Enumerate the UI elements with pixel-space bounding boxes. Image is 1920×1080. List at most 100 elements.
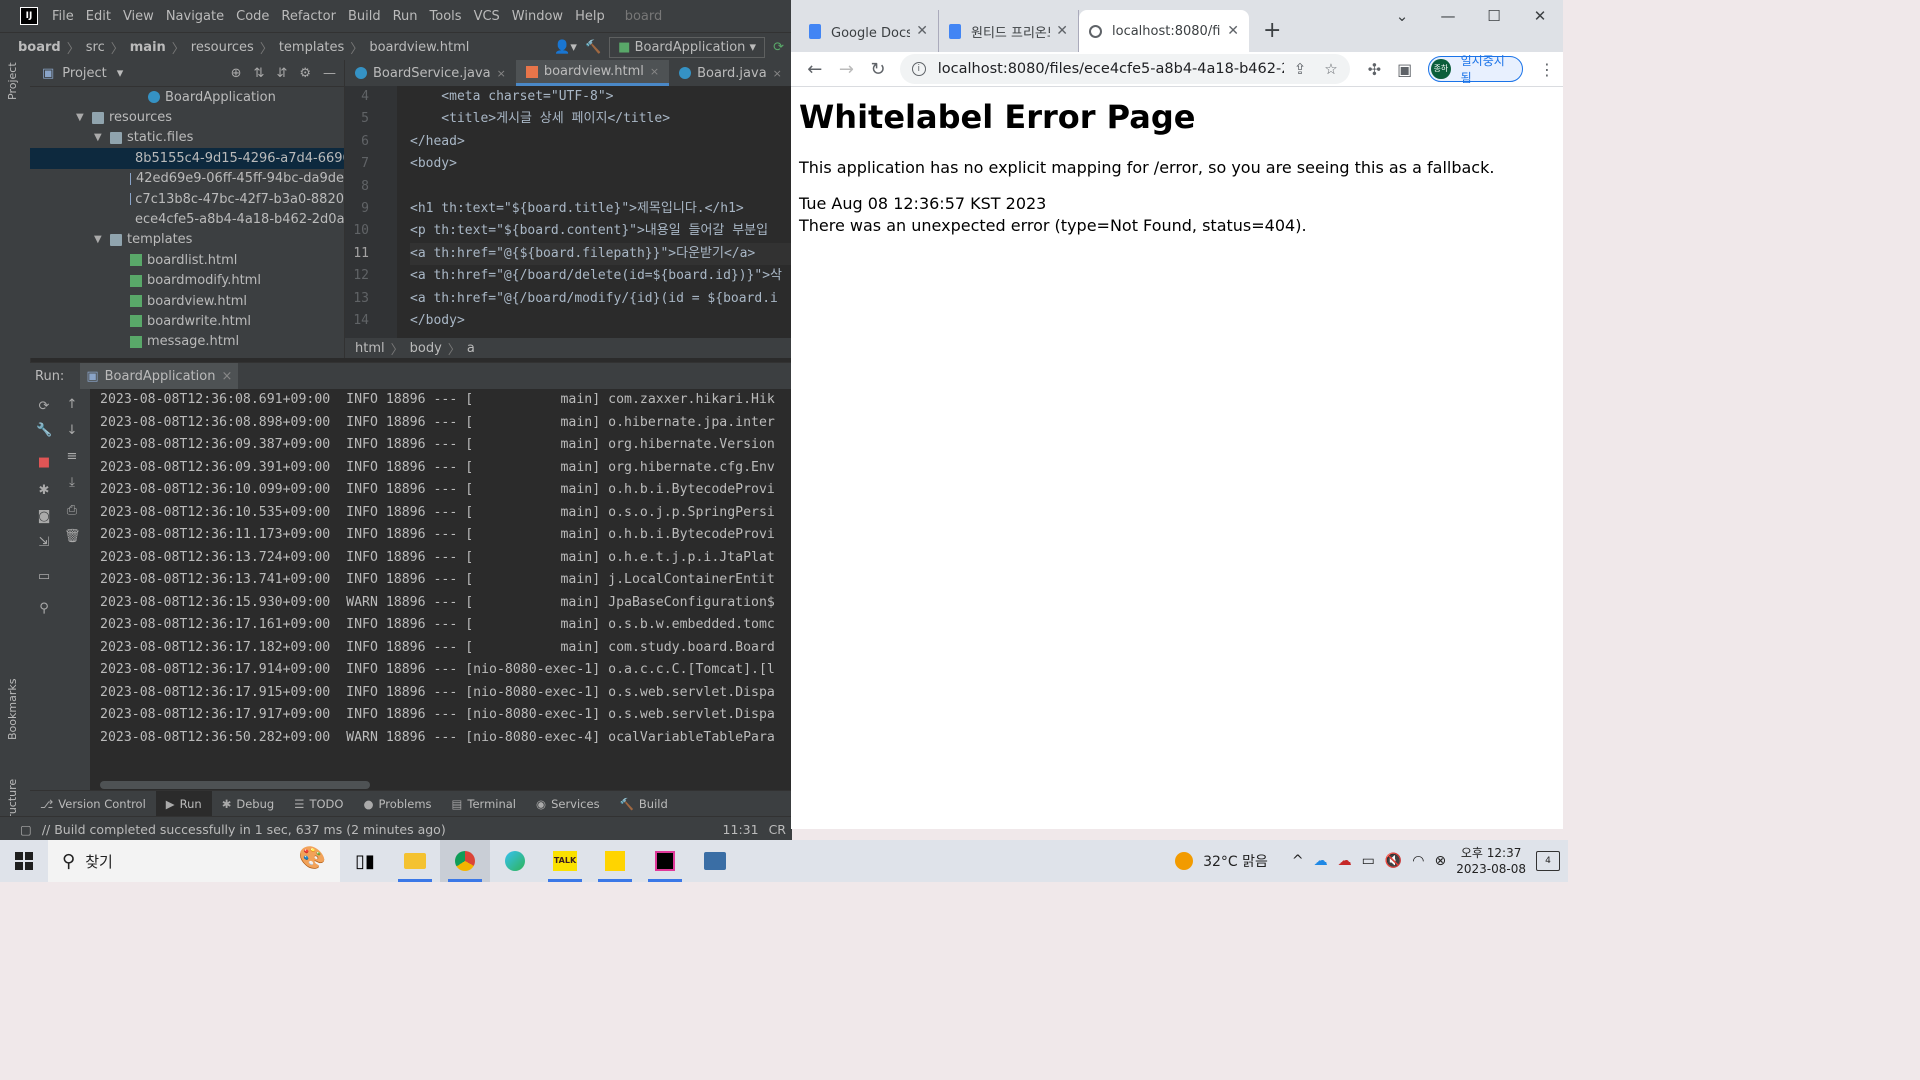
tree-item[interactable]: boardview.html — [30, 291, 344, 311]
minimize-button[interactable]: — — [1425, 0, 1471, 32]
rerun-icon[interactable]: ⟳ — [36, 399, 52, 415]
menu-code[interactable]: Code — [230, 9, 275, 24]
log-line[interactable]: 2023-08-08T12:36:17.915+09:00 INFO 18896… — [100, 682, 792, 705]
code-line[interactable]: <title>게시글 상세 페이지</title> — [410, 108, 792, 130]
tree-item[interactable]: c7c13b8c-47bc-42f7-b3a0-8820 — [30, 189, 344, 209]
close-icon[interactable]: × — [221, 369, 232, 384]
log-line[interactable]: 2023-08-08T12:36:50.282+09:00 WARN 18896… — [100, 727, 792, 750]
log-line[interactable]: 2023-08-08T12:36:13.724+09:00 INFO 18896… — [100, 547, 792, 570]
code-line[interactable]: <a th:href="@{${board.filepath}}">다운받기</… — [410, 242, 792, 266]
side-panel-icon[interactable]: ▣ — [1397, 60, 1412, 79]
browser-tab[interactable]: Google Docs: 온라✕ — [799, 10, 939, 52]
log-line[interactable]: 2023-08-08T12:36:17.182+09:00 INFO 18896… — [100, 637, 792, 660]
onedrive-cloud-icon[interactable]: ☁ — [1314, 853, 1328, 869]
editor-tab[interactable]: Board.java × — [669, 60, 792, 86]
tree-item[interactable]: 8b5155c4-9d15-4296-a7d4-6696 — [30, 148, 351, 169]
breadcrumb-item[interactable]: resources — [187, 40, 258, 55]
run-config-select[interactable]: ■ BoardApplication ▾ — [609, 36, 766, 58]
editor-breadcrumb-item[interactable]: html — [355, 341, 385, 356]
status-message[interactable]: // Build completed successfully in 1 sec… — [42, 822, 446, 837]
tool-window-version-control[interactable]: ⎇ Version Control — [30, 791, 156, 817]
status-toggle-icon[interactable]: ▢ — [20, 822, 32, 837]
code-line[interactable]: <a th:href="@{/board/modify/{id}(id = ${… — [410, 288, 792, 310]
project-panel-title[interactable]: Project — [62, 66, 106, 81]
notification-center-icon[interactable]: 4 — [1536, 851, 1560, 871]
hide-icon[interactable]: — — [323, 66, 336, 81]
breadcrumb-item[interactable]: main — [126, 40, 170, 55]
menu-edit[interactable]: Edit — [80, 9, 117, 24]
gear-icon[interactable]: ⚙ — [299, 66, 311, 81]
tab-search-icon[interactable]: ⌄ — [1379, 0, 1425, 32]
trash-icon[interactable]: 🗑 — [64, 529, 81, 545]
tool-window-problems[interactable]: ● Problems — [353, 791, 441, 817]
project-tool-tab[interactable]: Project — [6, 62, 19, 100]
start-button[interactable] — [0, 852, 48, 870]
code-line[interactable]: </body> — [410, 310, 792, 332]
tree-item[interactable]: boardmodify.html — [30, 271, 344, 291]
menu-file[interactable]: File — [46, 9, 80, 24]
kakaotalk-icon[interactable]: TALK — [540, 840, 590, 882]
log-line[interactable]: 2023-08-08T12:36:09.391+09:00 INFO 18896… — [100, 457, 792, 480]
more-menu-icon[interactable]: ⋮ — [1539, 60, 1555, 79]
code-line[interactable]: <a th:href="@{/board/delete(id=${board.i… — [410, 265, 792, 287]
tree-item[interactable]: ▼ resources — [30, 107, 344, 127]
log-line[interactable]: 2023-08-08T12:36:17.914+09:00 INFO 18896… — [100, 659, 792, 682]
editor-tab[interactable]: BoardService.java × — [345, 60, 516, 86]
network-tool-icon[interactable] — [690, 840, 740, 882]
build-hammer-icon[interactable]: 🔨 — [585, 40, 601, 55]
forward-button[interactable]: → — [831, 59, 863, 80]
chevron-down-icon[interactable]: ▼ — [94, 132, 106, 143]
tool-window-terminal[interactable]: ▤ Terminal — [442, 791, 526, 817]
wrench-icon[interactable]: 🔧 — [36, 423, 52, 439]
reload-button[interactable]: ↻ — [862, 59, 894, 80]
run-tab-boardapplication[interactable]: ▣ BoardApplication × — [80, 363, 239, 389]
chevron-up-icon[interactable]: ^ — [1292, 853, 1304, 869]
menu-help[interactable]: Help — [569, 9, 611, 24]
new-tab-button[interactable]: + — [1249, 10, 1295, 52]
profile-button[interactable]: 종하 일시중지됨 — [1428, 54, 1523, 85]
tool-window-build[interactable]: 🔨 Build — [610, 791, 678, 817]
extensions-puzzle-icon[interactable]: ✣ — [1368, 60, 1381, 79]
maximize-button[interactable]: ☐ — [1471, 0, 1517, 32]
menu-vcs[interactable]: VCS — [468, 9, 506, 24]
code-line[interactable]: <meta charset="UTF-8"> — [410, 86, 792, 108]
tree-item[interactable]: 42ed69e9-06ff-45ff-94bc-da9de — [30, 169, 344, 189]
log-line[interactable]: 2023-08-08T12:36:09.387+09:00 INFO 18896… — [100, 434, 792, 457]
log-line[interactable]: 2023-08-08T12:36:11.173+09:00 INFO 18896… — [100, 524, 792, 547]
tree-item[interactable]: boardlist.html — [30, 250, 344, 270]
collapse-all-icon[interactable]: ⇵ — [276, 66, 287, 81]
breadcrumb-item[interactable]: src — [82, 40, 109, 55]
close-icon[interactable]: × — [497, 67, 506, 80]
intellij-icon[interactable] — [640, 840, 690, 882]
battery-icon[interactable]: ▭ — [1362, 853, 1375, 869]
log-line[interactable]: 2023-08-08T12:36:17.917+09:00 INFO 18896… — [100, 704, 792, 727]
locate-icon[interactable]: ⊕ — [231, 66, 242, 81]
chevron-down-icon[interactable]: ▼ — [76, 112, 88, 123]
menu-build[interactable]: Build — [342, 9, 387, 24]
pin-icon[interactable]: ⚲ — [36, 601, 52, 617]
edge-icon[interactable] — [490, 840, 540, 882]
log-line[interactable]: 2023-08-08T12:36:17.161+09:00 INFO 18896… — [100, 614, 792, 637]
soft-wrap-icon[interactable]: ≡ — [64, 449, 80, 465]
log-line[interactable]: 2023-08-08T12:36:10.099+09:00 INFO 18896… — [100, 479, 792, 502]
menu-view[interactable]: View — [117, 9, 160, 24]
wifi-icon[interactable]: ◠ — [1412, 853, 1424, 869]
expand-all-icon[interactable]: ⇅ — [254, 66, 265, 81]
file-explorer-icon[interactable] — [390, 840, 440, 882]
tree-item[interactable]: boardwrite.html — [30, 311, 344, 331]
menu-tools[interactable]: Tools — [424, 9, 468, 24]
debug-bug-icon[interactable]: ✱ — [36, 483, 52, 499]
weather-text[interactable]: 32°C 맑음 — [1203, 851, 1268, 871]
browser-tab[interactable]: 원티드 프리온보딩✕ — [939, 10, 1079, 52]
chevron-down-icon[interactable]: ▼ — [94, 234, 106, 245]
menu-navigate[interactable]: Navigate — [160, 9, 230, 24]
bookmarks-tool-tab[interactable]: Bookmarks — [6, 679, 19, 740]
tool-window-run[interactable]: ▶ Run — [155, 791, 212, 817]
code-line[interactable]: <h1 th:text="${board.title}">제목입니다.</h1> — [410, 198, 792, 220]
menu-refactor[interactable]: Refactor — [275, 9, 342, 24]
editor-breadcrumb-item[interactable]: a — [467, 341, 475, 356]
volume-mute-icon[interactable]: 🔇 — [1385, 853, 1402, 869]
taskbar-search[interactable]: ⚲ 찾기 🎨 — [48, 840, 340, 882]
rerun-icon[interactable]: ⟳ — [773, 40, 784, 55]
up-arrow-icon[interactable]: ↑ — [64, 397, 80, 413]
